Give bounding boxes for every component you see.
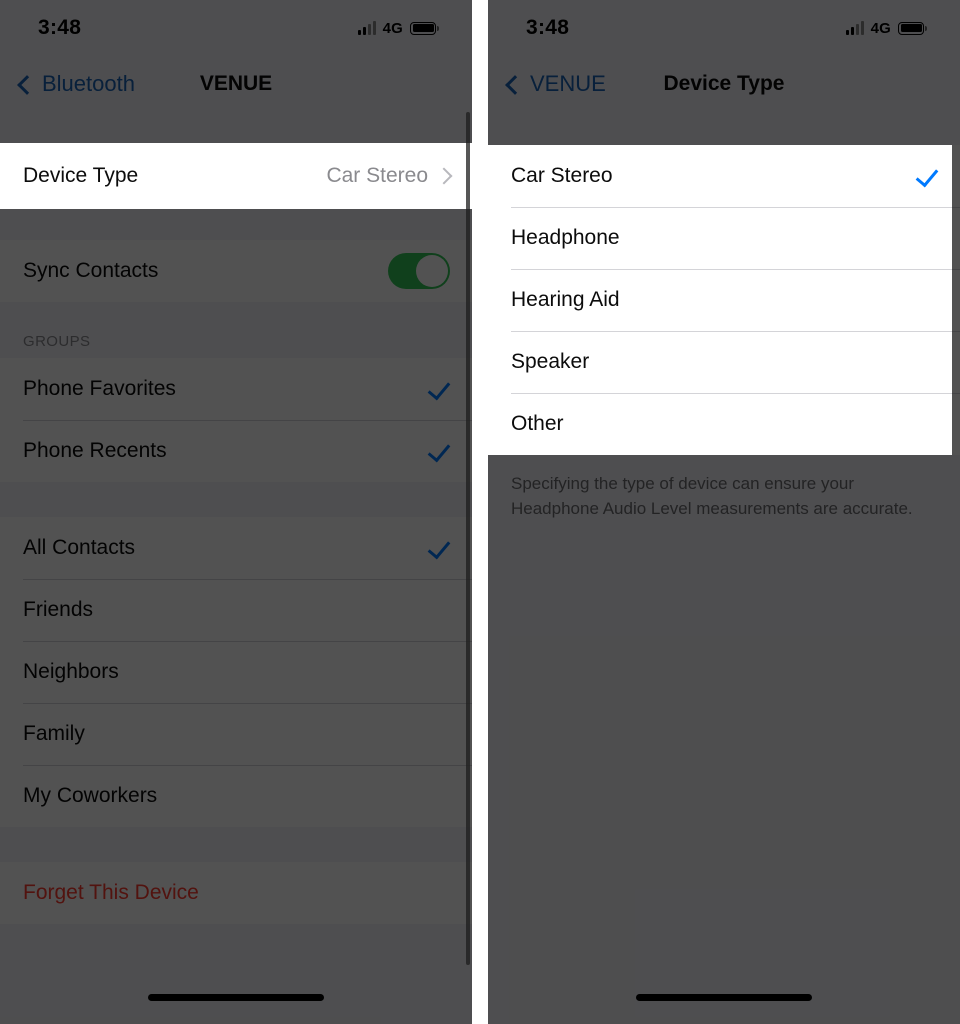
- chevron-left-icon: [17, 74, 37, 95]
- groups-section-header: GROUPS: [23, 333, 91, 350]
- dim-overlay-bottom-right: [488, 455, 960, 1024]
- row-friends-label: Friends: [23, 598, 94, 621]
- status-time: 3:48: [38, 16, 82, 39]
- status-indicators: 4G: [357, 19, 439, 37]
- status-time: 3:48: [526, 16, 570, 39]
- battery-full-icon: [898, 21, 927, 35]
- row-device-type-value: Car Stereo: [326, 164, 428, 187]
- back-button-label: Bluetooth: [42, 71, 135, 96]
- row-forget-this-device[interactable]: Forget This Device: [0, 862, 472, 924]
- right-phone-screen: 3:48 4G VENUE Device Type Car Stereo Hea…: [488, 0, 960, 1024]
- row-phone-recents[interactable]: Phone Recents: [0, 420, 472, 482]
- device-type-footnote: Specifying the type of device can ensure…: [511, 474, 913, 518]
- left-phone-screen: 3:48 4G Bluetooth VENUE Device Type Car …: [0, 0, 472, 1024]
- row-all-contacts-label: All Contacts: [23, 536, 136, 559]
- checkmark-icon: [426, 377, 450, 401]
- row-neighbors-label: Neighbors: [23, 660, 119, 683]
- dual-screenshot-container: 3:48 4G Bluetooth VENUE Device Type Car …: [0, 0, 960, 1024]
- row-phone-favorites-label: Phone Favorites: [23, 377, 176, 400]
- row-my-coworkers[interactable]: My Coworkers: [0, 765, 472, 827]
- option-hearing-aid-label: Hearing Aid: [511, 288, 620, 311]
- row-device-type[interactable]: Device Type Car Stereo: [0, 145, 472, 207]
- home-indicator[interactable]: [148, 994, 324, 1001]
- back-button-bluetooth[interactable]: Bluetooth: [17, 71, 135, 97]
- checkmark-icon: [914, 164, 938, 188]
- row-sync-contacts-label: Sync Contacts: [23, 259, 159, 282]
- row-family-label: Family: [23, 722, 85, 745]
- left-panel-content: Device Type Car Stereo Sync Contacts GRO…: [0, 112, 472, 924]
- panel-divider: [472, 0, 488, 1024]
- row-device-type-label: Device Type: [23, 164, 139, 187]
- status-bar-right: 3:48 4G: [488, 0, 960, 56]
- status-indicators: 4G: [845, 19, 927, 37]
- option-speaker[interactable]: Speaker: [488, 331, 960, 393]
- nav-bar-right: VENUE Device Type: [488, 56, 960, 112]
- back-button-venue[interactable]: VENUE: [505, 71, 606, 97]
- option-other-label: Other: [511, 412, 564, 435]
- option-speaker-label: Speaker: [511, 350, 590, 373]
- checkmark-icon: [426, 536, 450, 560]
- option-other[interactable]: Other: [488, 393, 960, 455]
- signal-bars-icon: [357, 21, 376, 35]
- row-sync-contacts[interactable]: Sync Contacts: [0, 240, 472, 302]
- row-phone-recents-label: Phone Recents: [23, 439, 167, 462]
- chevron-left-icon: [505, 74, 525, 95]
- row-my-coworkers-label: My Coworkers: [23, 784, 158, 807]
- option-headphone[interactable]: Headphone: [488, 207, 960, 269]
- option-hearing-aid[interactable]: Hearing Aid: [488, 269, 960, 331]
- battery-full-icon: [410, 21, 439, 35]
- vertical-scrollbar[interactable]: [466, 112, 470, 965]
- network-label: 4G: [870, 19, 891, 37]
- checkmark-icon: [426, 439, 450, 463]
- row-neighbors[interactable]: Neighbors: [0, 641, 472, 703]
- sync-contacts-toggle[interactable]: [388, 253, 450, 289]
- home-indicator[interactable]: [636, 994, 812, 1001]
- signal-bars-icon: [845, 21, 864, 35]
- option-car-stereo-label: Car Stereo: [511, 164, 613, 187]
- back-button-label: VENUE: [530, 71, 606, 96]
- device-type-options-list: Car Stereo Headphone Hearing Aid Speaker…: [488, 145, 960, 455]
- row-all-contacts[interactable]: All Contacts: [0, 517, 472, 579]
- nav-bar-left: Bluetooth VENUE: [0, 56, 472, 112]
- row-forget-this-device-label: Forget This Device: [23, 881, 199, 904]
- network-label: 4G: [382, 19, 403, 37]
- row-friends[interactable]: Friends: [0, 579, 472, 641]
- status-bar-left: 3:48 4G: [0, 0, 472, 56]
- chevron-right-icon: [435, 167, 453, 185]
- row-family[interactable]: Family: [0, 703, 472, 765]
- option-car-stereo[interactable]: Car Stereo: [488, 145, 960, 207]
- option-headphone-label: Headphone: [511, 226, 620, 249]
- row-phone-favorites[interactable]: Phone Favorites: [0, 358, 472, 420]
